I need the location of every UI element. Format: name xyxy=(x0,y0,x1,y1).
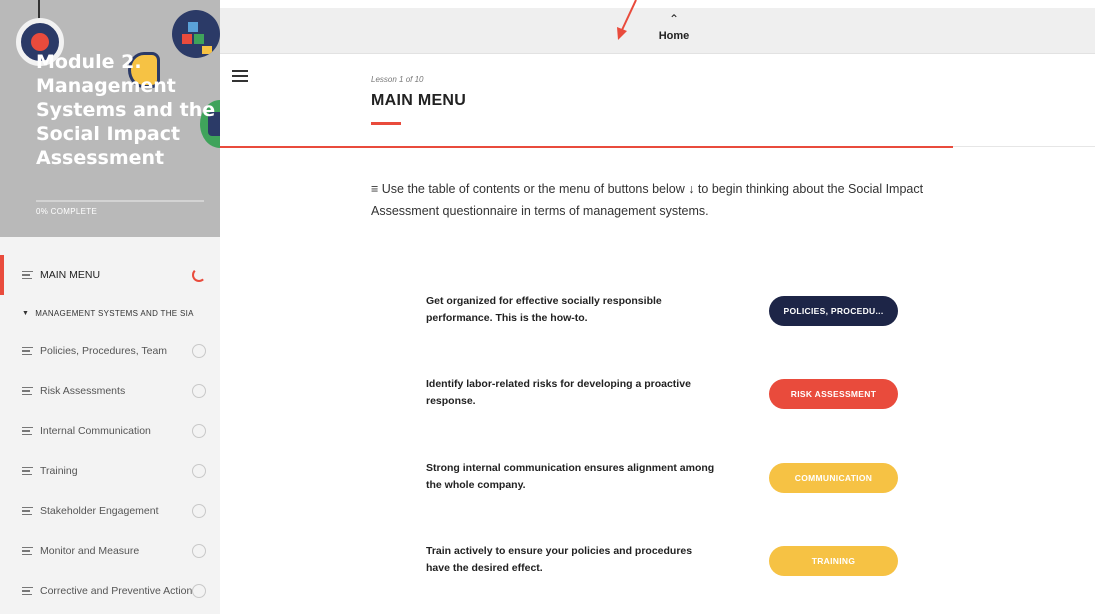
module-title: Module 2. Management Systems and the Soc… xyxy=(36,51,216,169)
lesson-lines-icon xyxy=(22,345,33,357)
header-divider-light xyxy=(953,146,1095,147)
hanging-string-decoration xyxy=(38,0,40,20)
lesson-lines-icon xyxy=(22,385,33,397)
incomplete-circle-icon xyxy=(192,344,206,358)
table-of-contents: MAIN MENU ▼ MANAGEMENT SYSTEMS AND THE S… xyxy=(0,255,220,611)
menu-row-text: Identify labor-related risks for develop… xyxy=(426,378,691,407)
lesson-lines-icon xyxy=(22,585,33,597)
annotation-arrow-icon xyxy=(617,0,637,40)
toc-item-label: Risk Assessments xyxy=(40,385,126,397)
toc-item-stakeholder-engagement[interactable]: Stakeholder Engagement xyxy=(0,491,220,531)
toc-section-header[interactable]: ▼ MANAGEMENT SYSTEMS AND THE SIA xyxy=(0,295,220,331)
toc-item-label: Stakeholder Engagement xyxy=(40,505,159,517)
incomplete-circle-icon xyxy=(192,384,206,398)
toc-item-label: Corrective and Preventive Action xyxy=(40,585,193,597)
toc-item-monitor-measure[interactable]: Monitor and Measure xyxy=(0,531,220,571)
header-divider xyxy=(220,146,953,148)
toc-item-label: MAIN MENU xyxy=(40,269,101,281)
chevron-up-icon: ⌃ xyxy=(668,12,680,26)
top-navigation-bar: ⌃ Home xyxy=(220,8,1095,54)
toc-item-label: Internal Communication xyxy=(40,425,151,437)
lesson-lines-icon xyxy=(22,545,33,557)
toc-item-label: Policies, Procedures, Team xyxy=(40,345,168,357)
incomplete-circle-icon xyxy=(192,544,206,558)
module-header: Module 2. Management Systems and the Soc… xyxy=(0,0,220,237)
home-button[interactable]: ⌃ Home xyxy=(644,12,704,44)
incomplete-circle-icon xyxy=(192,424,206,438)
toc-item-training[interactable]: Training xyxy=(0,451,220,491)
sidebar: Module 2. Management Systems and the Soc… xyxy=(0,0,220,614)
menu-row-text: Get organized for effective socially res… xyxy=(426,295,662,324)
toc-item-internal-communication[interactable]: Internal Communication xyxy=(0,411,220,451)
hamburger-menu-icon[interactable] xyxy=(232,67,248,85)
menu-row-text: Train actively to ensure your policies a… xyxy=(426,545,693,574)
risk-assessment-button[interactable]: RISK ASSESSMENT xyxy=(769,379,898,409)
in-progress-icon xyxy=(192,268,206,282)
menu-row: Identify labor-related risks for develop… xyxy=(426,376,906,416)
training-button[interactable]: TRAINING xyxy=(769,546,898,576)
lesson-lines-icon xyxy=(22,425,33,437)
progress-label: 0% COMPLETE xyxy=(36,207,98,216)
incomplete-circle-icon xyxy=(192,584,206,598)
lesson-lines-icon xyxy=(22,465,33,477)
intro-paragraph: ≡ Use the table of contents or the menu … xyxy=(371,182,924,218)
menu-row: Get organized for effective socially res… xyxy=(426,293,906,333)
home-label: Home xyxy=(658,30,690,42)
menu-row: Strong internal communication ensures al… xyxy=(426,460,906,500)
lesson-lines-icon xyxy=(22,269,33,281)
menu-row: Train actively to ensure your policies a… xyxy=(426,543,906,583)
lesson-lines-icon xyxy=(22,505,33,517)
lesson-title: MAIN MENU xyxy=(371,92,467,109)
policies-procedures-button[interactable]: POLICIES, PROCEDU... xyxy=(769,296,898,326)
lesson-counter: Lesson 1 of 10 xyxy=(371,75,424,84)
incomplete-circle-icon xyxy=(192,464,206,478)
toc-item-label: Monitor and Measure xyxy=(40,545,140,557)
toc-item-main-menu[interactable]: MAIN MENU xyxy=(0,255,220,295)
menu-row-text: Strong internal communication ensures al… xyxy=(426,462,715,491)
toc-item-corrective-action[interactable]: Corrective and Preventive Action xyxy=(0,571,220,611)
toc-item-policies[interactable]: Policies, Procedures, Team xyxy=(0,331,220,371)
caret-down-icon: ▼ xyxy=(22,309,30,317)
toc-item-risk-assessments[interactable]: Risk Assessments xyxy=(0,371,220,411)
communication-button[interactable]: COMMUNICATION xyxy=(769,463,898,493)
progress-bar xyxy=(36,200,204,202)
title-accent-bar xyxy=(371,122,401,125)
incomplete-circle-icon xyxy=(192,504,206,518)
toc-item-label: Training xyxy=(40,465,78,477)
toc-section-label: MANAGEMENT SYSTEMS AND THE SIA xyxy=(35,308,194,318)
